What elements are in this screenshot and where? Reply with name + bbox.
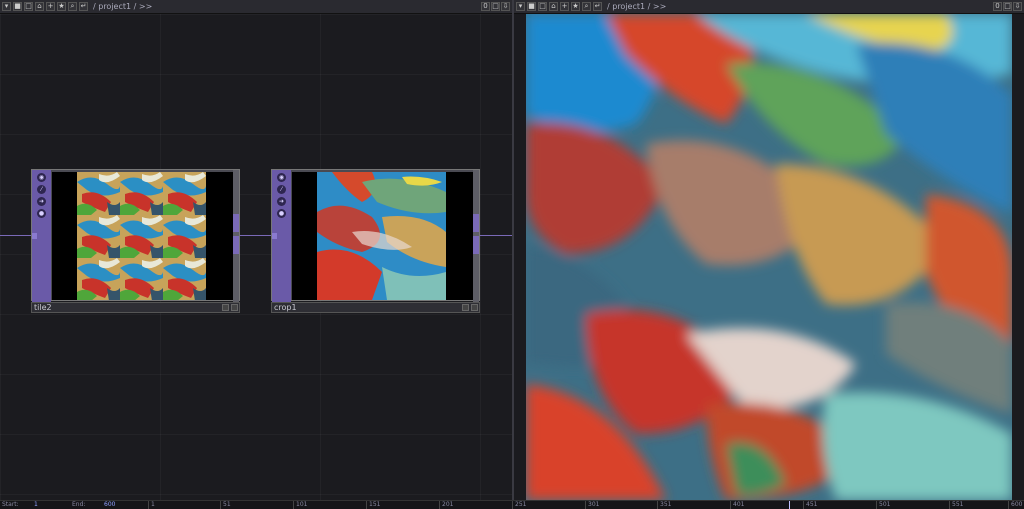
input-connector[interactable] — [32, 233, 37, 239]
operator-node-crop1[interactable]: ◉ ⁄ ➜ ● crop1 — [271, 169, 480, 314]
add-icon[interactable]: + — [560, 2, 569, 11]
output-connector[interactable] — [233, 214, 239, 232]
input-wire — [0, 235, 31, 236]
node-body[interactable]: ◉ ⁄ ➜ ● — [271, 169, 480, 302]
wire-tile2-to-crop1 — [239, 235, 271, 236]
square-icon[interactable]: □ — [24, 2, 33, 11]
viewer-pane[interactable]: ▾ ■ □ ⌂ + ★ ⌕ ↵ / project1 / >> 0 □ ⇩ — [514, 0, 1024, 500]
search-icon[interactable]: ⌕ — [68, 2, 77, 11]
home-icon[interactable]: ⌂ — [549, 2, 558, 11]
parent-arrow-icon[interactable]: ↵ — [593, 2, 602, 11]
bypass-flag-icon[interactable]: ⁄ — [37, 185, 46, 194]
node-label-tile2[interactable]: tile2 — [31, 302, 240, 313]
breadcrumb[interactable]: / project1 / >> — [607, 2, 666, 11]
large-texture-viewer[interactable] — [526, 14, 1012, 500]
bookmark-star-icon[interactable]: ★ — [571, 2, 580, 11]
split-icon[interactable]: ⇩ — [501, 2, 510, 11]
home-icon[interactable]: ⌂ — [35, 2, 44, 11]
node-name: tile2 — [34, 303, 52, 312]
viewer-toolbar: ▾ ■ □ ⌂ + ★ ⌕ ↵ / project1 / >> 0 □ ⇩ — [514, 0, 1024, 14]
lock-flag-icon[interactable]: ● — [277, 209, 286, 218]
stop-icon[interactable]: ■ — [527, 2, 536, 11]
bypass-flag-icon[interactable]: ⁄ — [277, 185, 286, 194]
node-output-strip — [233, 170, 239, 302]
parent-arrow-icon[interactable]: ↵ — [79, 2, 88, 11]
output-connector-2[interactable] — [233, 236, 239, 254]
network-editor-pane[interactable]: ▾ ■ □ ⌂ + ★ ⌕ ↵ / project1 / >> 0 □ ⇩ ◉ … — [0, 0, 512, 500]
breadcrumb[interactable]: / project1 / >> — [93, 2, 152, 11]
operator-node-tile2[interactable]: ◉ ⁄ ➜ ● tile2 — [31, 169, 240, 314]
maximize-icon[interactable]: □ — [491, 2, 500, 11]
network-toolbar: ▾ ■ □ ⌂ + ★ ⌕ ↵ / project1 / >> 0 □ ⇩ — [0, 0, 512, 14]
split-icon[interactable]: ⇩ — [1013, 2, 1022, 11]
input-connector[interactable] — [272, 233, 277, 239]
start-value[interactable]: 1 — [34, 501, 38, 508]
maximize-icon[interactable]: □ — [1003, 2, 1012, 11]
square-icon[interactable]: □ — [538, 2, 547, 11]
pane-number-button[interactable]: 0 — [993, 2, 1002, 11]
node-expand-icon[interactable] — [471, 304, 478, 311]
output-connector[interactable] — [473, 214, 479, 232]
display-flag-icon[interactable]: ➜ — [277, 197, 286, 206]
start-label: Start: — [2, 501, 19, 508]
output-wire — [479, 235, 512, 236]
output-connector-2[interactable] — [473, 236, 479, 254]
search-icon[interactable]: ⌕ — [582, 2, 591, 11]
painterly-texture-image — [526, 14, 1012, 500]
viewer-flag-icon[interactable]: ◉ — [37, 173, 46, 182]
bookmark-star-icon[interactable]: ★ — [57, 2, 66, 11]
pane-menu-icon[interactable]: ▾ — [2, 2, 11, 11]
node-output-strip — [473, 170, 479, 302]
stop-icon[interactable]: ■ — [13, 2, 22, 11]
node-name: crop1 — [274, 303, 297, 312]
node-label-crop1[interactable]: crop1 — [271, 302, 480, 313]
cropped-texture-image — [292, 172, 475, 300]
end-label: End: — [72, 501, 86, 508]
node-option-icon[interactable] — [462, 304, 469, 311]
tiled-texture-image — [52, 172, 235, 300]
pane-number-button[interactable]: 0 — [481, 2, 490, 11]
end-value[interactable]: 600 — [104, 501, 115, 508]
display-flag-icon[interactable]: ➜ — [37, 197, 46, 206]
node-option-icon[interactable] — [222, 304, 229, 311]
node-viewer-tile2 — [52, 172, 235, 300]
lock-flag-icon[interactable]: ● — [37, 209, 46, 218]
node-expand-icon[interactable] — [231, 304, 238, 311]
viewer-flag-icon[interactable]: ◉ — [277, 173, 286, 182]
add-icon[interactable]: + — [46, 2, 55, 11]
node-body[interactable]: ◉ ⁄ ➜ ● — [31, 169, 240, 302]
pane-menu-icon[interactable]: ▾ — [516, 2, 525, 11]
node-viewer-crop1 — [292, 172, 475, 300]
